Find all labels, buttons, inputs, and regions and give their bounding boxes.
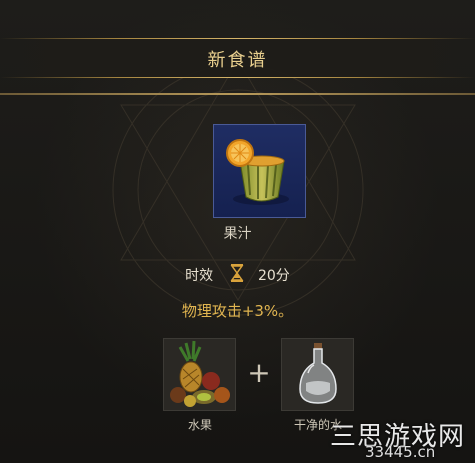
hourglass-icon bbox=[230, 264, 244, 286]
header-banner: 新食谱 bbox=[0, 38, 475, 78]
header-bottom-line bbox=[0, 77, 475, 78]
plus-icon: + bbox=[247, 356, 271, 389]
ingredient-slot-fruit[interactable] bbox=[163, 338, 236, 411]
duration-label: 时效 bbox=[185, 268, 214, 284]
panel-divider bbox=[0, 93, 475, 95]
duration-row: 时效 20分 bbox=[0, 264, 475, 286]
ingredient-label-fruit: 水果 bbox=[187, 418, 212, 432]
effect-text: 物理攻击+3%。 bbox=[181, 302, 294, 320]
duration-value: 20分 bbox=[257, 268, 290, 284]
header-top-line bbox=[0, 38, 475, 39]
ingredient-slot-water[interactable] bbox=[281, 338, 354, 411]
watermark-url: 33445.cn bbox=[365, 443, 436, 461]
page-title: 新食谱 bbox=[207, 50, 268, 71]
water-bottle-icon bbox=[299, 343, 337, 404]
juice-cup-icon bbox=[226, 139, 289, 205]
result-item-slot[interactable] bbox=[213, 124, 306, 218]
fruit-pile-icon bbox=[170, 340, 230, 407]
result-item-name: 果汁 bbox=[223, 226, 252, 242]
